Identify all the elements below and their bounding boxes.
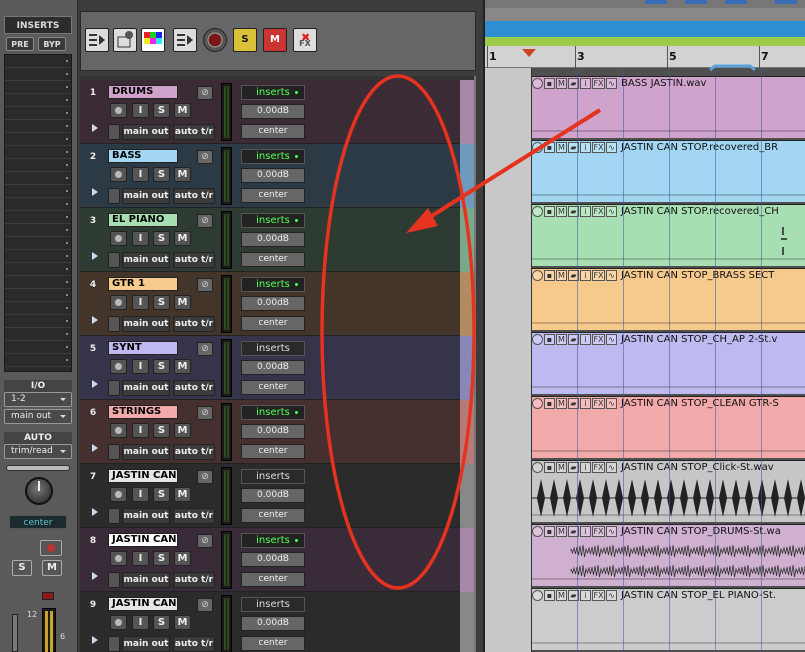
annotation-ellipse xyxy=(320,74,476,590)
playhead-icon xyxy=(522,49,536,57)
annotation-arrowhead xyxy=(406,208,438,233)
annotation-arrow xyxy=(420,108,602,224)
annotation-overlay xyxy=(320,49,756,590)
loop-bracket-icon xyxy=(709,64,756,72)
pro-tools-window: INSERTS PRE BYP I/O 1-2 main out AUTO tr… xyxy=(0,0,805,652)
